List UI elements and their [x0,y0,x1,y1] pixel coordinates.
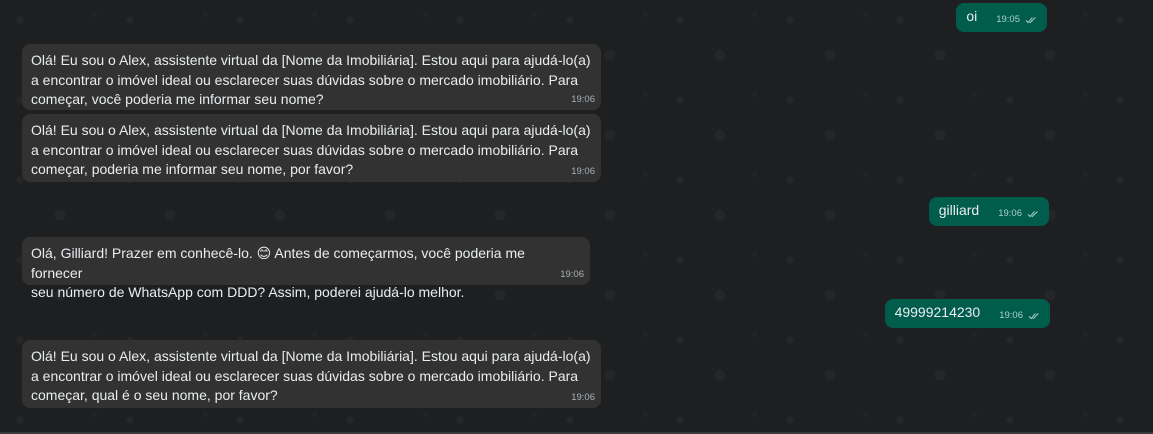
message-text: Olá! Eu sou o Alex, assistente virtual d… [31,348,591,403]
message-time: 19:06 [571,94,595,105]
double-check-icon [1027,210,1038,217]
message-text: Olá! Eu sou o Alex, assistente virtual d… [31,52,591,107]
outgoing-message[interactable]: 49999214230 19:06 [884,299,1050,328]
message-meta: 19:05 [996,14,1037,26]
message-time: 19:06 [571,166,595,177]
message-time: 19:06 [999,309,1023,321]
message-meta: 19:06 [998,208,1039,220]
incoming-message[interactable]: Olá! Eu sou o Alex, assistente virtual d… [22,340,601,408]
message-text: oi [966,8,978,25]
message-time: 19:05 [996,13,1020,25]
message-time: 19:06 [998,207,1022,219]
message-text: Olá, Gilliard! Prazer em conhecê-lo. 😊 A… [31,245,525,300]
incoming-message[interactable]: Olá! Eu sou o Alex, assistente virtual d… [22,44,601,110]
double-check-icon [1025,16,1036,23]
message-text: gilliard [938,202,980,219]
message-time: 19:06 [560,269,584,280]
message-text: 49999214230 [894,304,981,321]
message-text: Olá! Eu sou o Alex, assistente virtual d… [31,122,591,177]
incoming-message[interactable]: Olá! Eu sou o Alex, assistente virtual d… [22,114,601,182]
incoming-message[interactable]: Olá, Gilliard! Prazer em conhecê-lo. 😊 A… [22,237,590,300]
message-time: 19:06 [571,392,595,403]
outgoing-message[interactable]: oi 19:05 [956,3,1047,32]
message-meta: 19:06 [999,310,1040,322]
double-check-icon [1028,312,1039,319]
outgoing-message[interactable]: gilliard 19:06 [928,197,1049,226]
chat-message-list[interactable]: oi 19:05 Olá! Eu sou o Alex, assistente … [0,0,1153,434]
